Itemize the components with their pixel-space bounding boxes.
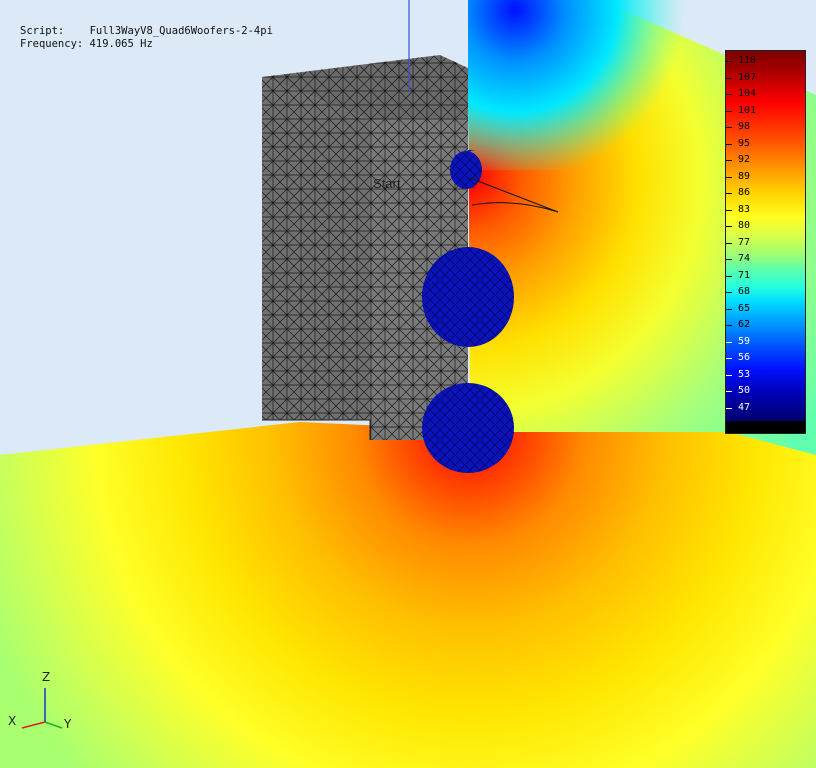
color-scale-tick: 71 (726, 269, 805, 283)
color-scale-tick: 101 (726, 104, 805, 118)
floor-pressure-plane (0, 420, 816, 768)
color-scale-tick: 92 (726, 153, 805, 167)
color-scale-tick: 68 (726, 285, 805, 299)
axis-z-label: Z (42, 670, 51, 684)
color-scale-tick: 59 (726, 335, 805, 349)
color-scale-tick: 104 (726, 87, 805, 101)
color-scale-tick: 80 (726, 219, 805, 233)
info-overlay: Script: Full3WayV8_Quad6Woofers-2-4pi Fr… (20, 25, 273, 51)
color-scale-tick: 56 (726, 351, 805, 365)
color-scale-tick: 50 (726, 384, 805, 398)
color-scale-ticks: 110 107 104 101 98 95 92 89 86 83 80 77 … (726, 51, 805, 433)
start-label: Start (373, 176, 401, 191)
color-scale-tick: 62 (726, 318, 805, 332)
frequency-value: 419.065 Hz (89, 38, 153, 50)
color-scale-tick: 74 (726, 252, 805, 266)
axis-y-label: Y (64, 717, 72, 731)
axis-triad: Z X Y (0, 660, 90, 750)
color-scale-tick: 95 (726, 137, 805, 151)
color-scale-tick: 47 (726, 401, 805, 415)
color-scale-tick: 107 (726, 71, 805, 85)
color-scale-legend: 110 107 104 101 98 95 92 89 86 83 80 77 … (725, 50, 806, 434)
axis-x-label: X (8, 714, 17, 728)
color-scale-tick: 98 (726, 120, 805, 134)
color-scale-tick: 86 (726, 186, 805, 200)
color-scale-tick: 65 (726, 302, 805, 316)
woofer-driver-upper (422, 247, 514, 347)
script-value: Full3WayV8_Quad6Woofers-2-4pi (89, 25, 273, 37)
script-label: Script: (20, 25, 65, 37)
3d-viewport[interactable]: Start (0, 0, 816, 768)
color-scale-tick: 89 (726, 170, 805, 184)
woofer-driver-lower (422, 383, 514, 473)
color-scale-tick: 110 (726, 54, 805, 68)
wall-null-region (468, 0, 700, 170)
speaker-cabinet (262, 55, 468, 440)
color-scale-tick: 77 (726, 236, 805, 250)
color-scale-tick: 53 (726, 368, 805, 382)
color-scale-tick: 83 (726, 203, 805, 217)
frequency-label: Frequency: (20, 38, 84, 50)
